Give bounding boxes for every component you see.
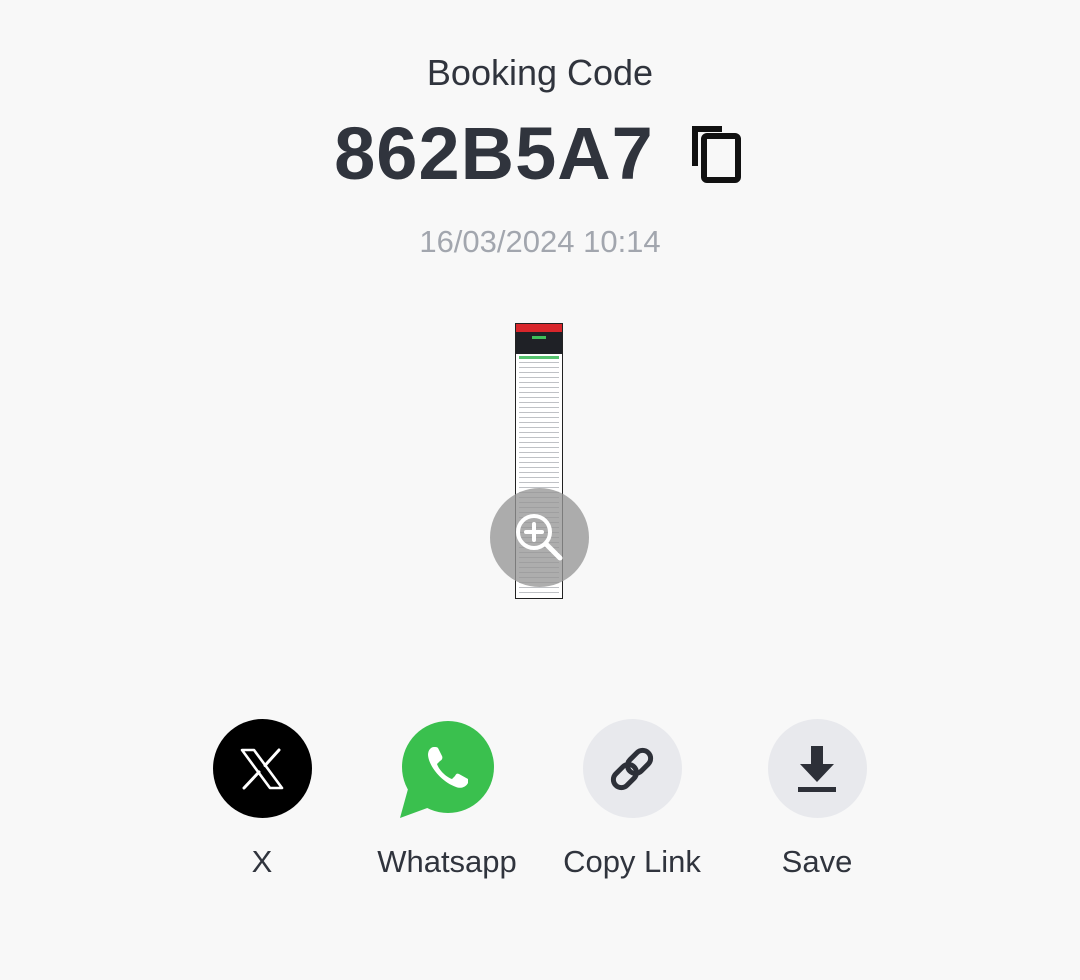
- link-icon: [610, 747, 654, 790]
- booking-code-value: 862B5A7: [334, 112, 654, 195]
- preview-divider: [519, 356, 559, 359]
- share-x-label: X: [251, 844, 273, 879]
- download-icon: [798, 745, 836, 792]
- share-options: X Whatsapp Copy Link Save: [0, 719, 1080, 899]
- booking-timestamp: 16/03/2024 10:14: [419, 224, 661, 259]
- copy-link-button[interactable]: Copy Link: [542, 719, 722, 880]
- copy-link-circle: [582, 719, 682, 818]
- share-booking-screen: Booking Code 862B5A7 16/03/2024 10:14 X …: [0, 0, 1080, 980]
- x-circle: [212, 719, 312, 818]
- whatsapp-circle: [398, 719, 497, 818]
- copy-link-label: Copy Link: [563, 844, 701, 879]
- preview-header: [516, 324, 562, 332]
- share-x-button[interactable]: X: [172, 719, 352, 880]
- save-label: Save: [781, 844, 853, 879]
- zoom-preview-button[interactable]: [490, 488, 589, 587]
- preview-summary: [516, 332, 562, 354]
- booking-code-row: 862B5A7: [0, 112, 1080, 196]
- share-whatsapp-button[interactable]: Whatsapp: [357, 719, 537, 880]
- x-logo-icon: [240, 748, 284, 789]
- booking-code-title: Booking Code: [426, 52, 654, 93]
- copy-icon: [691, 126, 741, 183]
- save-button[interactable]: Save: [727, 719, 907, 880]
- copy-code-button[interactable]: [686, 121, 746, 187]
- save-circle: [767, 719, 867, 818]
- share-whatsapp-label: Whatsapp: [377, 844, 517, 879]
- zoom-in-icon: [515, 513, 562, 560]
- whatsapp-icon: [399, 721, 494, 818]
